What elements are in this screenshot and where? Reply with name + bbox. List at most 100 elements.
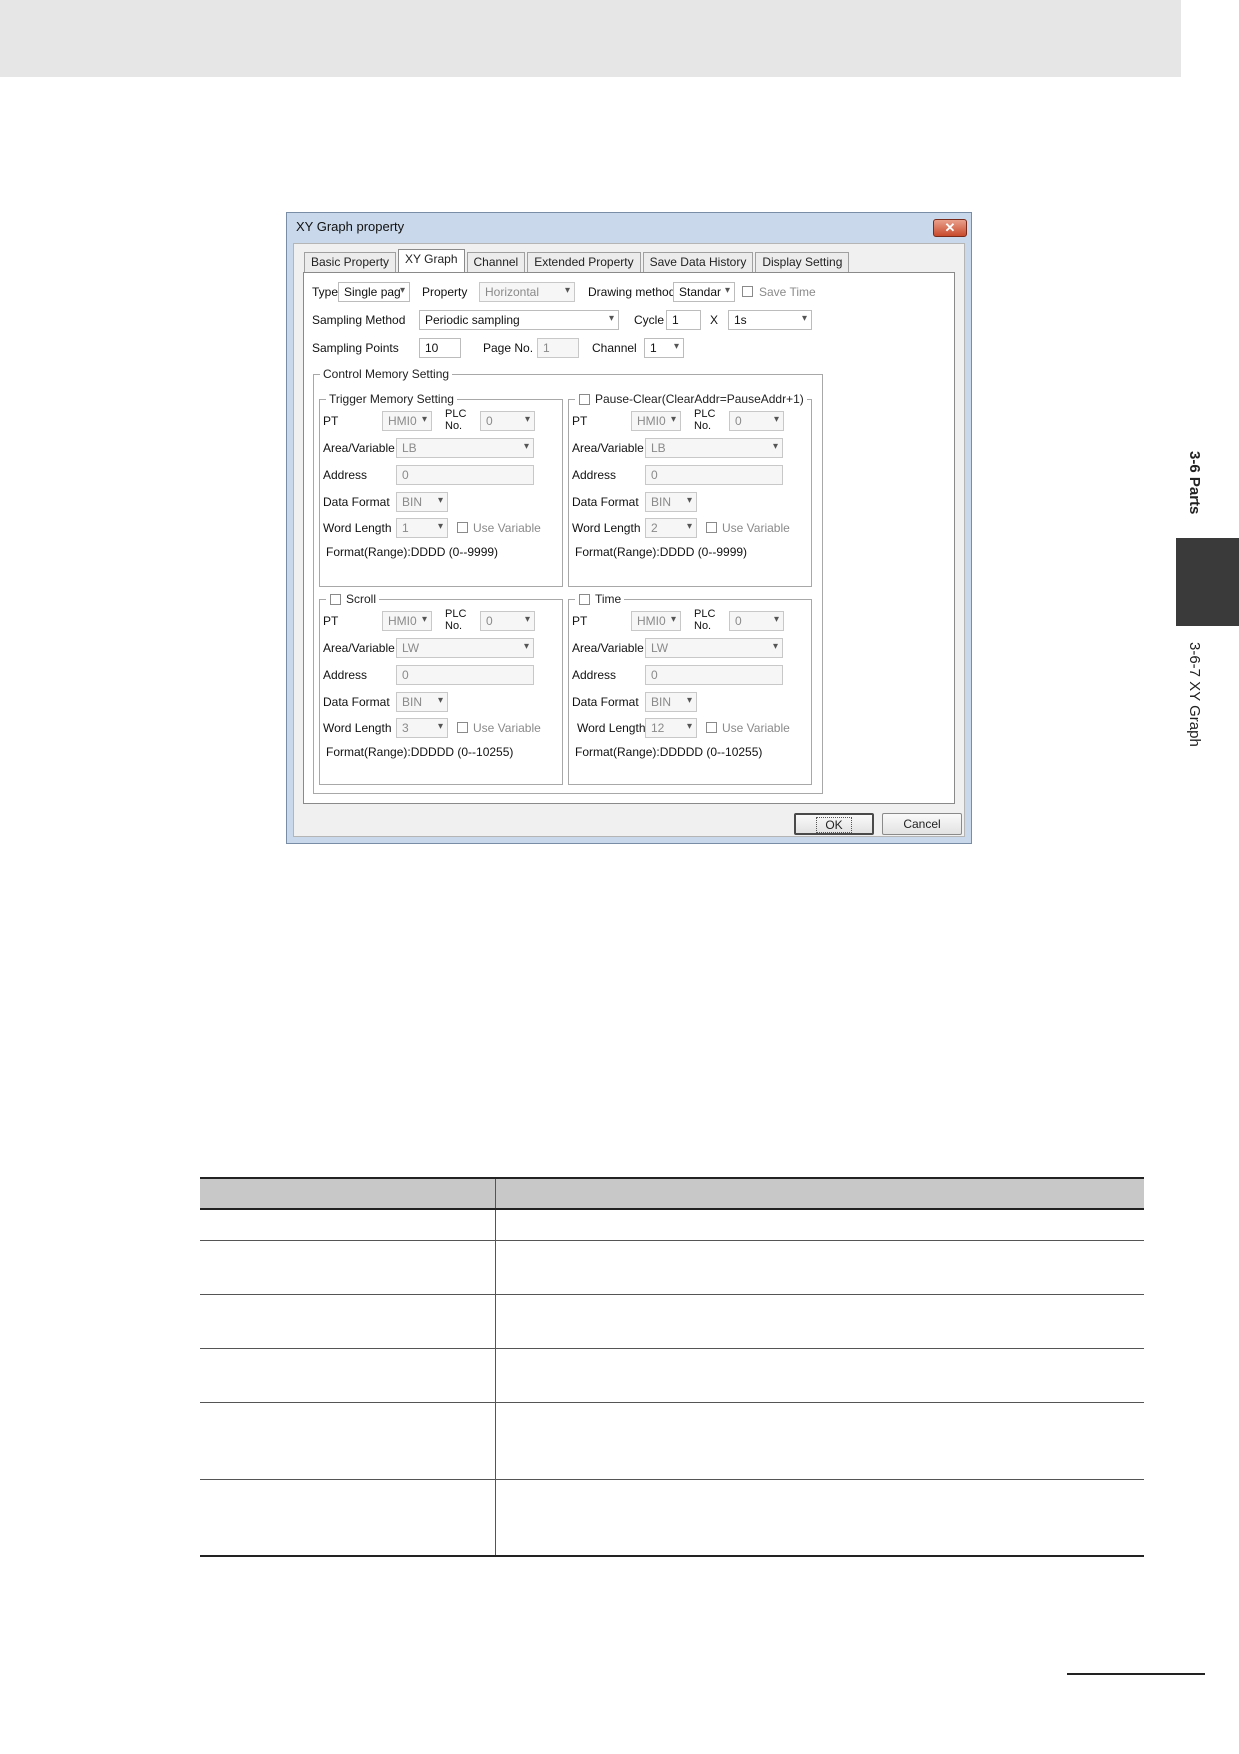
word-length-select[interactable]: 3 <box>396 718 448 738</box>
plc-no-select[interactable]: 0 <box>480 611 535 631</box>
channel-label: Channel <box>592 341 637 355</box>
scroll-checkbox[interactable] <box>330 594 341 605</box>
format-range-text: Format(Range):DDDD (0--9999) <box>575 545 748 559</box>
pause-clear-checkbox[interactable] <box>579 394 590 405</box>
x-label: X <box>710 313 719 327</box>
data-format-select[interactable]: BIN <box>396 492 448 512</box>
plc-no-select[interactable]: 0 <box>729 611 784 631</box>
page-no-input[interactable]: 1 <box>537 338 579 358</box>
data-format-label: Data Format <box>572 495 639 509</box>
pt-label: PT <box>323 414 339 428</box>
area-select[interactable]: LW <box>645 638 783 658</box>
trigger-memory-group: Trigger Memory Setting PT HMI0 PLCNo. 0 … <box>319 392 563 587</box>
table-row <box>200 1479 1144 1557</box>
property-label: Property <box>422 285 468 299</box>
data-format-select[interactable]: BIN <box>396 692 448 712</box>
tab-display-setting[interactable]: Display Setting <box>755 252 850 272</box>
area-label: Area/Variable <box>323 641 395 655</box>
page-header-band <box>0 0 1181 77</box>
plc-no-label: PLC No. <box>694 608 716 632</box>
cancel-button[interactable]: Cancel <box>882 813 962 835</box>
use-variable-checkbox[interactable] <box>457 522 468 533</box>
footer-rule <box>1067 1673 1205 1675</box>
cycle-label: Cycle <box>634 313 665 327</box>
save-time-checkbox[interactable] <box>742 286 753 297</box>
drawing-method-select[interactable]: Standar <box>673 282 735 302</box>
dialog-client: Basic Property XY Graph Channel Extended… <box>293 243 965 837</box>
data-format-select[interactable]: BIN <box>645 692 697 712</box>
section-label: 3-6 Parts <box>1186 451 1203 515</box>
area-select[interactable]: LW <box>396 638 534 658</box>
address-input[interactable]: 0 <box>645 465 783 485</box>
address-input[interactable]: 0 <box>396 465 534 485</box>
property-table <box>200 1177 1144 1557</box>
cycle-input[interactable]: 1 <box>666 310 701 330</box>
trigger-memory-title: Trigger Memory Setting <box>326 392 457 406</box>
format-range-text: Format(Range):DDDDD (0--10255) <box>326 745 514 759</box>
pt-label: PT <box>572 614 588 628</box>
address-input[interactable]: 0 <box>645 665 783 685</box>
ok-button[interactable]: OK <box>794 813 874 835</box>
pt-select[interactable]: HMI0 <box>382 611 432 631</box>
type-select[interactable]: Single pag <box>338 282 410 302</box>
area-select[interactable]: LB <box>645 438 783 458</box>
pt-label: PT <box>572 414 588 428</box>
table-row <box>200 1348 1144 1403</box>
channel-select[interactable]: 1 <box>644 338 684 358</box>
time-checkbox[interactable] <box>579 594 590 605</box>
save-time-label: Save Time <box>759 285 816 299</box>
tab-basic-property[interactable]: Basic Property <box>304 252 397 272</box>
control-memory-title: Control Memory Setting <box>320 367 453 381</box>
address-label: Address <box>323 668 368 682</box>
area-label: Area/Variable <box>572 641 644 655</box>
tab-xy-graph[interactable]: XY Graph <box>398 249 465 272</box>
word-length-select[interactable]: 1 <box>396 518 448 538</box>
use-variable-checkbox[interactable] <box>706 522 717 533</box>
sampling-method-label: Sampling Method <box>312 313 406 327</box>
word-length-label: Word Length <box>323 521 392 535</box>
scroll-group: Scroll PT HMI0 PLCNo. 0 Area/Variable LW… <box>319 592 563 785</box>
word-length-label: Word Length <box>572 521 641 535</box>
word-length-label: Word Length <box>577 721 646 735</box>
area-label: Area/Variable <box>323 441 395 455</box>
property-select[interactable]: Horizontal <box>479 282 575 302</box>
table-row <box>200 1402 1144 1480</box>
use-variable-checkbox[interactable] <box>457 722 468 733</box>
tab-save-data-history[interactable]: Save Data History <box>642 252 754 272</box>
time-group: Time PT HMI0 PLCNo. 0 Area/Variable LW A… <box>568 592 812 785</box>
word-length-label: Word Length <box>323 721 392 735</box>
use-variable-checkbox[interactable] <box>706 722 717 733</box>
plc-no-select[interactable]: 0 <box>729 411 784 431</box>
tab-channel[interactable]: Channel <box>466 252 526 272</box>
use-variable-label: Use Variable <box>473 721 541 735</box>
pt-select[interactable]: HMI0 <box>631 611 681 631</box>
pt-select[interactable]: HMI0 <box>382 411 432 431</box>
section-tab-marker <box>1176 538 1239 626</box>
word-length-select[interactable]: 2 <box>645 518 697 538</box>
sampling-method-select[interactable]: Periodic sampling <box>419 310 619 330</box>
xy-graph-panel: Type Single pag Property Horizontal Draw… <box>303 272 955 804</box>
data-format-label: Data Format <box>323 495 390 509</box>
drawing-method-label: Drawing method <box>588 285 676 299</box>
address-input[interactable]: 0 <box>396 665 534 685</box>
pt-select[interactable]: HMI0 <box>631 411 681 431</box>
sampling-points-input[interactable]: 10 <box>419 338 461 358</box>
plc-no-select[interactable]: 0 <box>480 411 535 431</box>
page-no-label: Page No. <box>483 341 534 355</box>
address-label: Address <box>323 468 368 482</box>
pt-label: PT <box>323 614 339 628</box>
data-format-select[interactable]: BIN <box>645 492 697 512</box>
data-format-label: Data Format <box>323 695 390 709</box>
use-variable-label: Use Variable <box>722 521 790 535</box>
table-header-row <box>200 1177 1144 1210</box>
area-select[interactable]: LB <box>396 438 534 458</box>
tab-extended-property[interactable]: Extended Property <box>527 252 641 272</box>
pause-clear-title: Pause-Clear(ClearAddr=PauseAddr+1) <box>575 392 807 406</box>
plc-no-label: PLC No. <box>694 408 716 432</box>
cycle-unit-select[interactable]: 1s <box>728 310 812 330</box>
close-button[interactable]: ✕ <box>933 219 967 237</box>
use-variable-label: Use Variable <box>473 521 541 535</box>
address-label: Address <box>572 468 617 482</box>
table-row <box>200 1209 1144 1241</box>
word-length-select[interactable]: 12 <box>645 718 697 738</box>
